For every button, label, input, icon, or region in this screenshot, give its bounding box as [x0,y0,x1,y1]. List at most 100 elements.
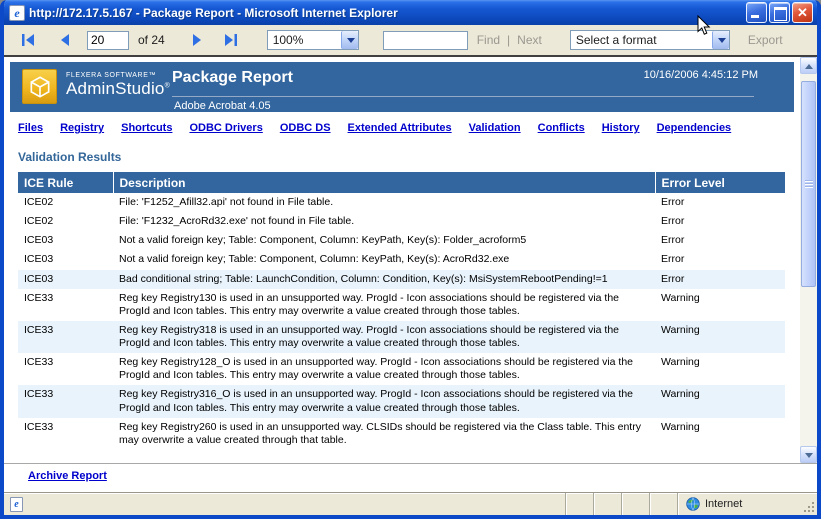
find-input[interactable] [383,31,468,50]
nav-link-extended-attributes[interactable]: Extended Attributes [348,122,452,134]
description-cell: Reg key Registry316_O is used in an unsu… [113,385,655,417]
page-done-icon: e [10,497,23,512]
chevron-down-icon[interactable] [341,31,358,49]
error-level-cell: Warning [655,289,785,321]
status-panel [649,493,677,515]
window-controls: ✕ [746,2,813,23]
resize-grip[interactable] [799,493,817,515]
scroll-up-icon[interactable] [800,57,817,74]
table-row: ICE03Not a valid foreign key; Table: Com… [18,250,785,269]
next-page-icon[interactable] [189,33,205,47]
zoom-select[interactable]: 100% [267,30,359,50]
first-page-icon[interactable] [20,33,36,47]
ice-rule-cell: ICE03 [18,231,113,250]
nav-link-files[interactable]: Files [18,122,43,134]
title-bar: e http://172.17.5.167 - Package Report -… [4,0,817,25]
report-header: FLEXERA SOFTWARE™ AdminStudio® Package R… [10,62,794,112]
nav-link-registry[interactable]: Registry [60,122,104,134]
description-cell: File: 'F1232_AcroRd32.exe' not found in … [113,212,655,231]
nav-link-odbc-ds[interactable]: ODBC DS [280,122,331,134]
description-cell: Reg key Registry130 is used in an unsupp… [113,289,655,321]
maximize-button[interactable] [769,2,790,23]
ice-rule-cell: ICE03 [18,250,113,269]
nav-link-dependencies[interactable]: Dependencies [657,122,732,134]
find-button[interactable]: Find [477,33,500,47]
minimize-button[interactable] [746,2,767,23]
header-divider [172,96,754,97]
flexera-software-label: FLEXERA SOFTWARE™ [66,72,170,79]
close-button[interactable]: ✕ [792,2,813,23]
ice-rule-cell: ICE33 [18,289,113,321]
nav-link-history[interactable]: History [602,122,640,134]
nav-link-conflicts[interactable]: Conflicts [538,122,585,134]
vertical-scrollbar[interactable] [800,57,817,463]
description-cell: Bad conditional string; Table: LaunchCon… [113,270,655,289]
nav-link-odbc-drivers[interactable]: ODBC Drivers [189,122,262,134]
ice-rule-header: ICE Rule [18,172,113,193]
error-level-cell: Warning [655,321,785,353]
zoom-value: 100% [268,33,341,47]
window-title: http://172.17.5.167 - Package Report - M… [29,6,746,20]
zone-label: Internet [705,498,742,510]
description-header: Description [113,172,655,193]
report-viewer: FLEXERA SOFTWARE™ AdminStudio® Package R… [4,57,817,464]
status-bar: e Internet [4,492,817,515]
format-value: Select a format [571,33,712,47]
table-row: ICE02File: 'F1252_Afill32.api' not found… [18,193,785,212]
report-timestamp: 10/16/2006 4:45:12 PM [644,69,758,81]
format-select[interactable]: Select a format [570,30,730,50]
previous-page-icon[interactable] [57,33,73,47]
nav-link-shortcuts[interactable]: Shortcuts [121,122,172,134]
description-cell: File: 'F1252_Afill32.api' not found in F… [113,193,655,212]
next-button[interactable]: Next [517,33,542,47]
ice-rule-cell: ICE33 [18,321,113,353]
chevron-down-icon[interactable] [712,31,729,49]
table-row: ICE03Not a valid foreign key; Table: Com… [18,231,785,250]
status-panel [593,493,621,515]
table-row: ICE33Reg key Registry260 is used in an u… [18,418,785,450]
ice-rule-cell: ICE03 [18,270,113,289]
error-level-cell: Error [655,250,785,269]
table-row: ICE33Reg key Registry128_O is used in an… [18,353,785,385]
table-row: ICE33Reg key Registry130 is used in an u… [18,289,785,321]
export-button[interactable]: Export [748,33,783,47]
last-page-icon[interactable] [223,33,239,47]
report-toolbar: of 24 100% Find | Next Select a format E… [4,25,817,57]
ie-page-icon: e [9,5,25,21]
table-row: ICE02File: 'F1232_AcroRd32.exe' not foun… [18,212,785,231]
table-header-row: ICE Rule Description Error Level [18,172,785,193]
report-nav: Files Registry Shortcuts ODBC Drivers ODBC D… [18,122,800,134]
archive-report-link[interactable]: Archive Report [28,470,107,482]
browser-window: e http://172.17.5.167 - Package Report -… [0,0,821,519]
table-row: ICE03Bad conditional string; Table: Laun… [18,270,785,289]
error-level-header: Error Level [655,172,785,193]
ice-rule-cell: ICE33 [18,385,113,417]
table-row: ICE33Reg key Registry318 is used in an u… [18,321,785,353]
page-number-input[interactable] [87,31,129,50]
error-level-cell: Warning [655,418,785,450]
ice-rule-cell: ICE02 [18,212,113,231]
status-message-panel: e [4,493,565,515]
description-cell: Not a valid foreign key; Table: Componen… [113,250,655,269]
page-count-label: of 24 [138,33,165,47]
error-level-cell: Error [655,231,785,250]
error-level-cell: Warning [655,353,785,385]
status-panel [565,493,593,515]
error-level-cell: Warning [655,385,785,417]
find-next-divider: | [507,33,510,47]
section-heading: Validation Results [18,150,800,164]
description-cell: Reg key Registry318 is used in an unsupp… [113,321,655,353]
nav-link-validation[interactable]: Validation [469,122,521,134]
report-page: FLEXERA SOFTWARE™ AdminStudio® Package R… [4,62,800,450]
ice-rule-cell: ICE33 [18,418,113,450]
brand-block: FLEXERA SOFTWARE™ AdminStudio® [66,72,170,99]
scrollbar-thumb[interactable] [801,81,816,287]
table-row: ICE33Reg key Registry316_O is used in an… [18,385,785,417]
scroll-down-icon[interactable] [800,446,817,463]
error-level-cell: Error [655,270,785,289]
description-cell: Reg key Registry260 is used in an unsupp… [113,418,655,450]
security-zone-panel: Internet [677,493,799,515]
ice-rule-cell: ICE33 [18,353,113,385]
report-title: Package Report [172,69,293,87]
validation-results-table: ICE Rule Description Error Level ICE02Fi… [18,172,785,450]
